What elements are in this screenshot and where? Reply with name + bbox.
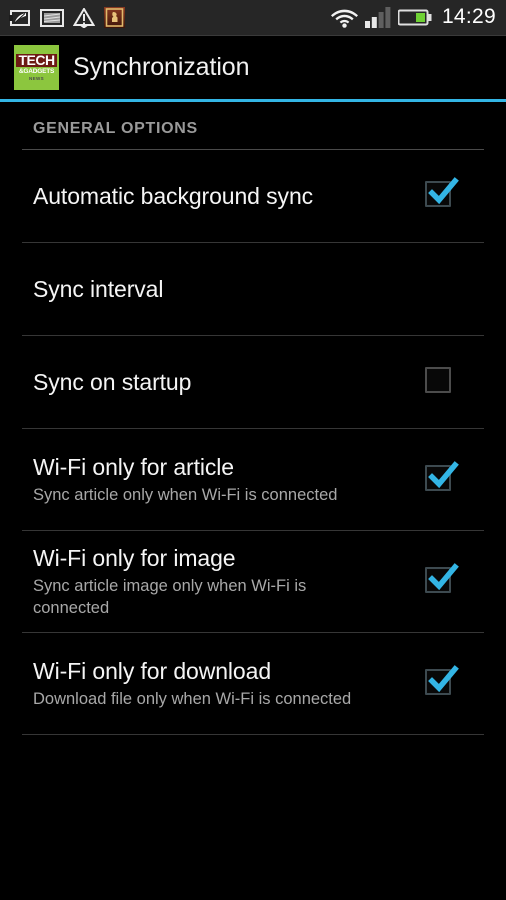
pref-title: Sync interval: [33, 276, 164, 302]
action-bar: TECH &GADGETS NEWS Synchronization: [0, 36, 506, 99]
pref-text-block: Wi-Fi only for image Sync article image …: [33, 544, 425, 619]
wifi-icon: [330, 7, 358, 28]
android-settings-screen: 14:29 TECH &GADGETS NEWS Synchronization…: [0, 0, 506, 900]
pref-text-block: Wi-Fi only for download Download file on…: [33, 657, 425, 710]
pref-title: Wi-Fi only for image: [33, 545, 236, 571]
divider: [22, 734, 484, 735]
pref-row-wifi-only-for-image[interactable]: Wi-Fi only for image Sync article image …: [0, 531, 506, 632]
checkbox-automatic-background-sync[interactable]: [425, 177, 459, 211]
pref-text-block: Sync interval: [33, 275, 484, 303]
logo-text-tech: TECH: [16, 51, 57, 68]
status-bar-clock: 14:29: [441, 5, 496, 28]
pref-row-automatic-background-sync[interactable]: Automatic background sync: [0, 150, 506, 242]
preference-list: GENERAL OPTIONS Automatic background syn…: [0, 102, 506, 735]
battery-icon: [397, 8, 432, 27]
pref-row-wifi-only-for-article[interactable]: Wi-Fi only for article Sync article only…: [0, 429, 506, 530]
checkbox-wifi-only-for-image[interactable]: [425, 562, 459, 597]
pref-row-sync-interval[interactable]: Sync interval: [0, 243, 506, 335]
pref-title: Automatic background sync: [33, 183, 314, 209]
status-bar: 14:29: [0, 0, 506, 36]
status-bar-notification-icons: [9, 6, 125, 28]
pref-row-wifi-only-for-download[interactable]: Wi-Fi only for download Download file on…: [0, 633, 506, 734]
checkbox-sync-on-startup[interactable]: [425, 367, 455, 397]
pref-text-block: Automatic background sync: [33, 182, 425, 210]
checkbox-wifi-only-for-article[interactable]: [425, 460, 459, 495]
cellular-signal-icon: [364, 7, 391, 28]
chess-app-icon: [104, 7, 125, 28]
check-icon: [428, 562, 459, 590]
pref-title: Wi-Fi only for download: [33, 658, 272, 684]
warning-triangle-icon: [72, 6, 96, 28]
feather-note-icon: [9, 9, 31, 27]
pref-title: Sync on startup: [33, 369, 192, 395]
pref-summary: Download file only when Wi-Fi is connect…: [33, 690, 352, 708]
check-icon: [428, 177, 459, 205]
checkbox-box: [425, 367, 451, 393]
pref-summary: Sync article only when Wi-Fi is connecte…: [33, 486, 338, 504]
app-logo-up-button[interactable]: TECH &GADGETS NEWS: [14, 45, 59, 90]
check-icon: [428, 460, 459, 488]
pref-title: Wi-Fi only for article: [33, 454, 234, 480]
pref-summary: Sync article image only when Wi-Fi is co…: [33, 577, 307, 617]
logo-text-gadgets: &GADGETS: [18, 67, 55, 75]
page-title: Synchronization: [73, 53, 250, 81]
pref-row-sync-on-startup[interactable]: Sync on startup: [0, 336, 506, 428]
pref-text-block: Wi-Fi only for article Sync article only…: [33, 453, 425, 506]
logo-text-news: NEWS: [28, 75, 45, 81]
status-bar-system-icons: 14:29: [330, 5, 496, 30]
check-icon: [428, 664, 459, 692]
section-header-general-options: GENERAL OPTIONS: [33, 120, 198, 137]
pref-text-block: Sync on startup: [33, 368, 425, 396]
screenshot-icon: [40, 8, 64, 27]
checkbox-wifi-only-for-download[interactable]: [425, 664, 459, 699]
